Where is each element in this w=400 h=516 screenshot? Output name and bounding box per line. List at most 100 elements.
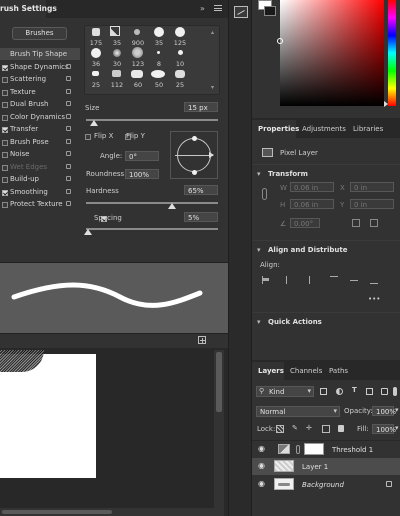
brush-option-row[interactable]: Color Dynamics — [0, 111, 80, 123]
lock-all-icon[interactable] — [338, 425, 344, 432]
visibility-eye-icon[interactable]: ◉ — [258, 461, 265, 470]
hue-slider[interactable] — [388, 0, 396, 106]
angle-roundness-widget[interactable] — [170, 131, 218, 179]
brush-option-checkbox[interactable] — [2, 77, 8, 83]
layer-filter-select[interactable]: ⚲ Kind ▾ — [256, 386, 314, 397]
brushes-button[interactable]: Brushes — [12, 27, 67, 40]
align-chevron-icon[interactable]: ▾ — [257, 246, 261, 254]
chevron-down-icon[interactable]: ▾ — [395, 424, 399, 432]
align-left-icon[interactable] — [262, 276, 270, 284]
layer-row[interactable]: ◉ Layer 1 — [252, 458, 400, 475]
brush-tip-preview[interactable] — [112, 70, 121, 77]
brush-option-row[interactable]: Protect Texture — [0, 198, 80, 210]
brush-option-checkbox[interactable] — [2, 89, 8, 96]
brush-tip-preview[interactable] — [134, 29, 140, 35]
height-input[interactable]: 0.06 in — [290, 199, 334, 209]
brush-option-row[interactable]: Texture — [0, 86, 80, 98]
tab-libraries[interactable]: Libraries — [353, 125, 383, 133]
tab-channels[interactable]: Channels — [290, 367, 322, 375]
brush-option-checkbox[interactable] — [2, 102, 8, 108]
more-options-icon[interactable]: ••• — [368, 295, 380, 303]
x-input[interactable]: 0 in — [350, 182, 394, 192]
layer-thumbnail[interactable] — [274, 460, 294, 472]
brush-tip-preview[interactable] — [151, 70, 165, 78]
size-input[interactable]: 15 px — [184, 102, 218, 112]
spacing-slider-track[interactable] — [86, 228, 218, 230]
filter-shape-icon[interactable] — [366, 388, 373, 395]
brush-tip-preview[interactable] — [92, 28, 100, 36]
spacing-slider-thumb[interactable] — [84, 229, 92, 235]
hardness-slider-track[interactable] — [86, 202, 218, 204]
lock-icon[interactable] — [66, 76, 71, 81]
lock-icon[interactable] — [66, 113, 71, 119]
collapse-panel-icon[interactable]: » — [200, 4, 205, 13]
lock-icon[interactable] — [66, 163, 71, 169]
brush-option-checkbox[interactable] — [2, 189, 8, 196]
y-input[interactable]: 0 in — [350, 199, 394, 209]
brush-tip-preview[interactable] — [110, 26, 120, 36]
brush-option-checkbox[interactable] — [2, 64, 8, 71]
background-color-swatch[interactable] — [264, 6, 276, 16]
brush-option-row[interactable]: Scattering — [0, 73, 80, 85]
brush-option-row[interactable]: Dual Brush — [0, 98, 80, 110]
brush-option-checkbox[interactable] — [2, 152, 8, 158]
align-middle-v-icon[interactable] — [350, 276, 358, 284]
spacing-input[interactable]: 5% — [184, 212, 218, 222]
scroll-down-arrow-icon[interactable]: ▾ — [211, 84, 214, 91]
flip-x-checkbox[interactable] — [85, 134, 91, 140]
align-top-icon[interactable] — [330, 276, 338, 284]
hardness-slider-thumb[interactable] — [168, 203, 176, 209]
brush-option-row[interactable]: Noise — [0, 148, 80, 160]
brush-option-checkbox[interactable] — [2, 114, 8, 121]
panel-menu-icon[interactable] — [214, 5, 222, 11]
canvas-horizontal-scrollbar[interactable] — [0, 508, 214, 516]
angle-input[interactable]: 0° — [125, 151, 159, 161]
lock-icon[interactable] — [66, 151, 71, 156]
brush-tip-preview[interactable] — [175, 27, 185, 37]
filter-smart-object-icon[interactable] — [381, 388, 388, 395]
size-slider-track[interactable] — [86, 119, 218, 121]
filter-adjustment-icon[interactable] — [336, 388, 343, 395]
flip-vertical-icon[interactable] — [370, 219, 378, 227]
brush-option-checkbox[interactable] — [2, 164, 8, 171]
tab-paths[interactable]: Paths — [329, 367, 348, 375]
hue-slider-handle[interactable] — [384, 101, 388, 107]
color-field-picker-icon[interactable] — [277, 38, 283, 44]
lock-icon[interactable] — [66, 101, 71, 106]
opacity-input[interactable]: 100% — [372, 406, 396, 416]
chain-link-icon[interactable] — [296, 445, 300, 454]
brush-tip-preview[interactable] — [154, 27, 164, 37]
lock-icon[interactable] — [66, 201, 71, 206]
color-field[interactable] — [280, 0, 384, 106]
brush-tip-preview[interactable] — [175, 70, 185, 78]
lock-image-icon[interactable]: ✎ — [292, 424, 298, 432]
roundness-input[interactable]: 100% — [125, 169, 159, 179]
width-input[interactable]: 0.06 in — [290, 182, 334, 192]
lock-icon[interactable] — [66, 88, 71, 94]
visibility-eye-icon[interactable]: ◉ — [258, 444, 265, 453]
brush-option-row[interactable]: Smoothing — [0, 186, 80, 198]
tab-adjustments[interactable]: Adjustments — [302, 125, 346, 133]
brush-option-row[interactable]: Shape Dynamics — [0, 61, 80, 73]
brush-tip-preview[interactable] — [91, 48, 101, 58]
layer-thumbnail[interactable] — [274, 478, 294, 490]
fill-input[interactable]: 100% — [372, 424, 396, 434]
brush-tip-preview[interactable] — [92, 71, 99, 76]
brush-option-row[interactable]: Transfer — [0, 123, 80, 135]
flip-horizontal-icon[interactable] — [352, 219, 360, 227]
align-center-h-icon[interactable] — [282, 276, 290, 284]
visibility-eye-icon[interactable]: ◉ — [258, 479, 265, 488]
brush-settings-panel-icon[interactable] — [234, 6, 248, 18]
brush-option-row[interactable]: Brush Pose — [0, 136, 80, 148]
brush-tip-preview[interactable] — [132, 47, 143, 58]
brush-option-checkbox[interactable] — [2, 139, 8, 146]
filter-pixel-icon[interactable] — [320, 388, 327, 395]
lock-icon[interactable] — [66, 188, 71, 194]
link-icon[interactable] — [262, 188, 267, 200]
lock-icon[interactable] — [66, 138, 71, 144]
brush-option-row[interactable]: Wet Edges — [0, 161, 80, 173]
brush-tip-preview[interactable] — [131, 70, 143, 78]
brush-option-row[interactable]: Build-up — [0, 173, 80, 185]
brush-tip-preview[interactable] — [157, 51, 160, 54]
lock-icon[interactable] — [66, 63, 71, 69]
